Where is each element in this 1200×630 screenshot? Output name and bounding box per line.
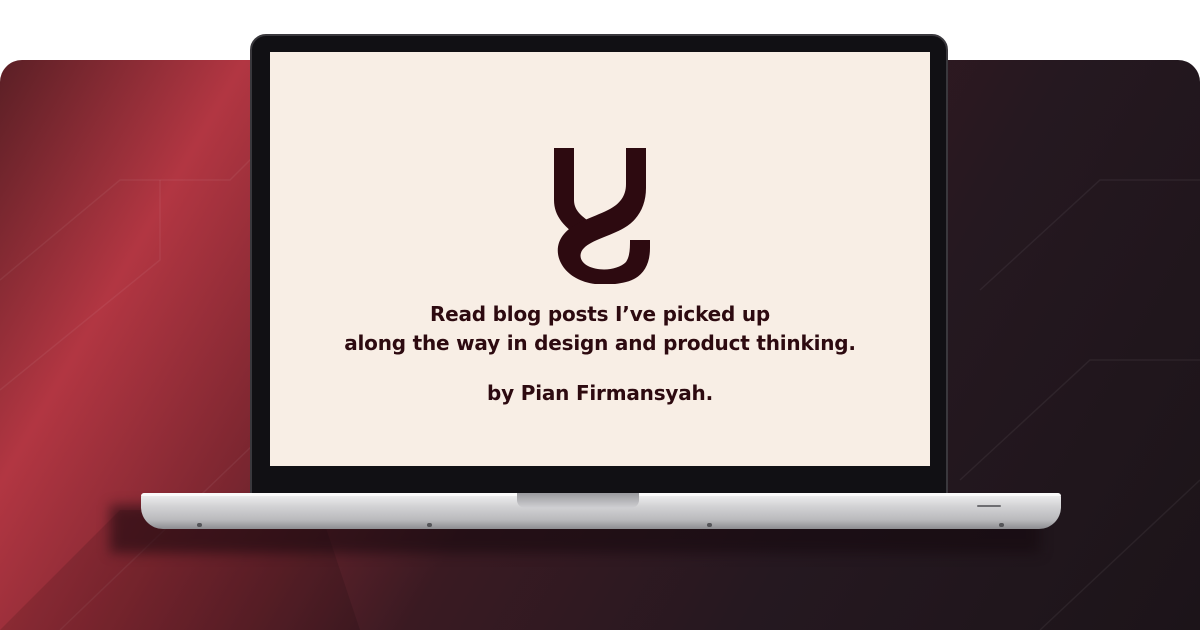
laptop-opening-notch (517, 493, 639, 508)
tagline-text: Read blog posts I’ve picked up along the… (270, 300, 930, 358)
laptop-foot (999, 523, 1004, 527)
laptop-foot (197, 523, 202, 527)
tagline-line-2: along the way in design and product thin… (344, 331, 856, 355)
tagline-line-1: Read blog posts I’ve picked up (429, 302, 771, 326)
laptop-base (141, 493, 1061, 529)
laptop-foot (427, 523, 432, 527)
status-led (977, 505, 1001, 507)
author-byline: by Pian Firmansyah. (487, 381, 713, 405)
y-hook-logo-icon (554, 148, 650, 284)
laptop-screen: Read blog posts I’ve picked up along the… (270, 52, 930, 466)
laptop-foot (707, 523, 712, 527)
